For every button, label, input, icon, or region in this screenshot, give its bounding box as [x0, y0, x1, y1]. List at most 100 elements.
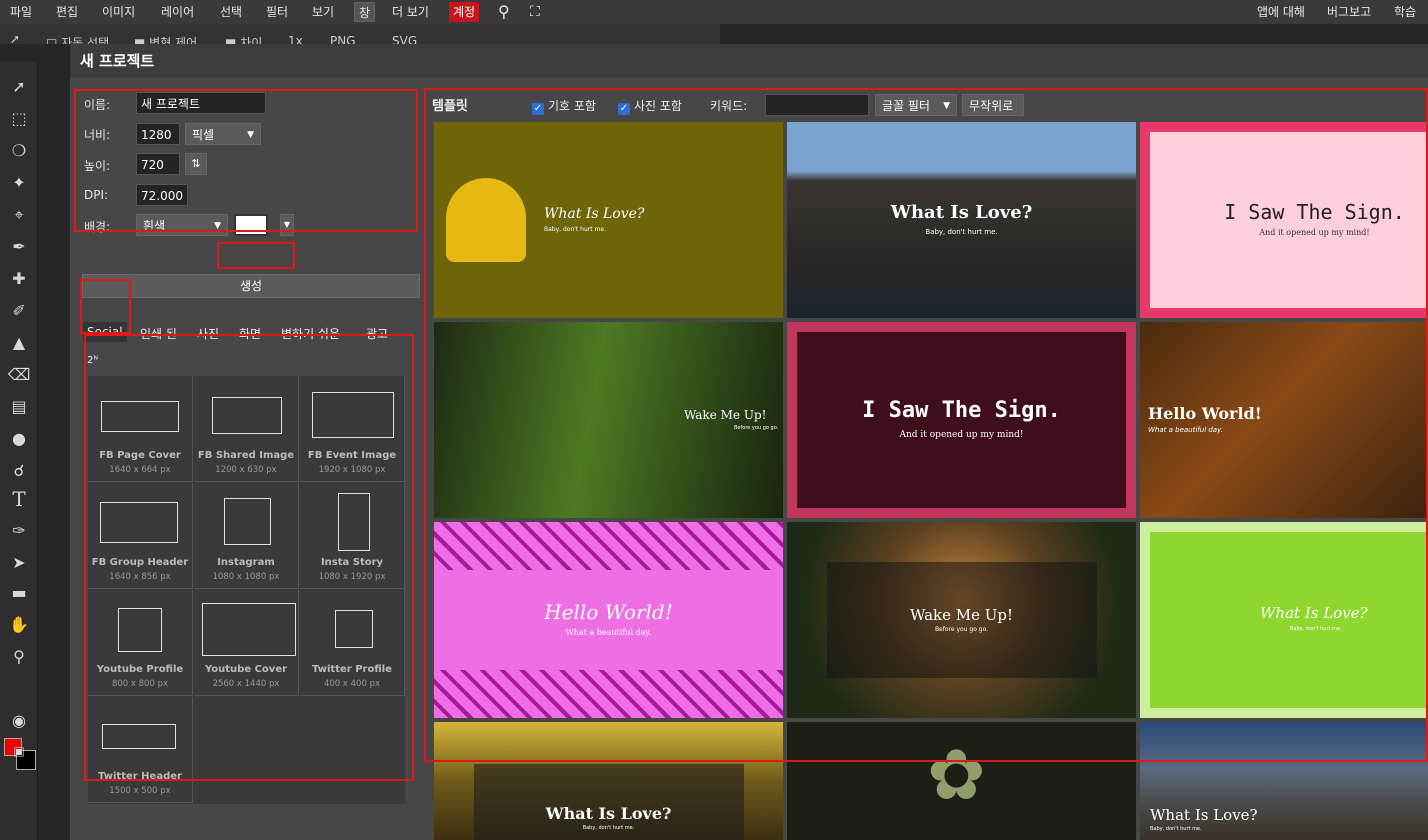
- export-png-button[interactable]: PNG: [330, 34, 356, 44]
- random-button[interactable]: 무작위로: [962, 94, 1024, 116]
- preset-fb-event-image[interactable]: FB Event Image 1920 x 1080 px: [300, 376, 405, 482]
- include-symbols-checkbox[interactable]: ✓ 기호 포함: [532, 97, 596, 115]
- preset-fb-page-cover[interactable]: FB Page Cover 1640 x 664 px: [88, 376, 193, 482]
- path-select-icon[interactable]: ➤: [6, 550, 32, 576]
- preset-size: 2560 x 1440 px: [212, 679, 280, 689]
- preset-instagram[interactable]: Instagram 1080 x 1080 px: [194, 483, 299, 589]
- width-input[interactable]: 1280: [136, 123, 180, 145]
- brush-icon[interactable]: ✐: [6, 298, 32, 324]
- preset-youtube-cover[interactable]: Youtube Cover 2560 x 1440 px: [194, 590, 299, 696]
- menu-account[interactable]: 계정: [449, 2, 480, 22]
- preset-shape: [338, 493, 370, 551]
- template-2[interactable]: I Saw The Sign. And it opened up my mind…: [1140, 122, 1428, 318]
- template-subtitle: What a beautiful day.: [1148, 426, 1223, 434]
- include-photos-checkbox[interactable]: ✓ 사진 포함: [618, 97, 682, 115]
- gradient-icon[interactable]: ▤: [6, 394, 32, 420]
- unit-select[interactable]: 픽셀 ▼: [185, 123, 261, 145]
- tab-ads[interactable]: 광고: [362, 322, 392, 345]
- dpi-input[interactable]: 72.000: [136, 184, 188, 206]
- preset-name: FB Group Header: [91, 557, 189, 568]
- template-6[interactable]: Hello World! What a beautiful day.: [434, 522, 783, 718]
- transform-checkbox[interactable]: ■ 변형 제어: [134, 34, 197, 44]
- template-0[interactable]: What Is Love? Baby, don't hurt me.: [434, 122, 783, 318]
- healing-icon[interactable]: ✚: [6, 266, 32, 292]
- template-11[interactable]: What Is Love? Baby, don't hurt me.: [1140, 722, 1428, 840]
- blur-icon[interactable]: ●: [6, 426, 32, 452]
- menu-learn[interactable]: 학습: [1390, 2, 1420, 22]
- template-5[interactable]: Hello World! What a beautiful day.: [1140, 322, 1428, 518]
- options-bar: ➚ □ 자동 선택 ■ 변형 제어 ■ 차이 1x PNG SVG: [0, 24, 720, 44]
- swap-dimensions-icon[interactable]: ⇅: [185, 153, 207, 175]
- template-10[interactable]: ✿: [787, 722, 1136, 840]
- template-1[interactable]: What Is Love? Baby, don't hurt me.: [787, 122, 1136, 318]
- template-9[interactable]: What Is Love? Baby, don't hurt me.: [434, 722, 783, 840]
- tab-power-of-two[interactable]: 2ᴺ: [83, 352, 102, 369]
- quick-mask-icon[interactable]: ◉: [6, 708, 32, 734]
- preset-size: 1200 x 630 px: [215, 465, 277, 475]
- preset-fb-shared-image[interactable]: FB Shared Image 1200 x 630 px: [194, 376, 299, 482]
- template-3[interactable]: Wake Me Up! Before you go go.: [434, 322, 783, 518]
- menu-view[interactable]: 보기: [308, 2, 338, 22]
- tab-social[interactable]: Social: [83, 322, 127, 342]
- font-filter-select[interactable]: 글꼴 필터 ▼: [875, 94, 957, 116]
- menu-about[interactable]: 앱에 대해: [1253, 2, 1309, 22]
- magic-wand-icon[interactable]: ✦: [6, 170, 32, 196]
- template-title: Hello World!: [1148, 404, 1262, 423]
- export-svg-button[interactable]: SVG: [392, 34, 417, 44]
- move-icon[interactable]: ➚: [6, 74, 32, 100]
- template-4[interactable]: I Saw The Sign. And it opened up my mind…: [787, 322, 1136, 518]
- background-color-swatch[interactable]: [234, 214, 268, 236]
- preset-twitter-header[interactable]: Twitter Header 1500 x 500 px: [88, 697, 193, 803]
- eyedropper-icon[interactable]: ✒: [6, 234, 32, 260]
- text-tool-icon[interactable]: T: [6, 486, 32, 512]
- preset-shape: [202, 603, 296, 656]
- shape-icon[interactable]: ▬: [6, 580, 32, 606]
- tab-print[interactable]: 인쇄 된: [136, 322, 181, 345]
- zoom-icon[interactable]: ⚲: [6, 644, 32, 670]
- zoom-select[interactable]: 1x: [288, 34, 303, 44]
- fullscreen-icon[interactable]: ⛶: [526, 2, 544, 22]
- template-7[interactable]: Wake Me Up! Before you go go.: [787, 522, 1136, 718]
- preset-twitter-profile[interactable]: Twitter Profile 400 x 400 px: [300, 590, 405, 696]
- eraser-icon[interactable]: ⌫: [6, 362, 32, 388]
- tab-screen[interactable]: 화면: [235, 322, 265, 345]
- menu-report-bug[interactable]: 버그보고: [1323, 2, 1375, 22]
- crop-icon[interactable]: ⌖: [6, 202, 32, 228]
- preset-shape: [335, 610, 373, 648]
- menu-bar: 파일 편집 이미지 레이어 선택 필터 보기 창 더 보기 계정 ⚲ ⛶ 앱에 …: [0, 0, 1428, 24]
- stamp-icon[interactable]: ▲: [6, 330, 32, 356]
- menu-image[interactable]: 이미지: [98, 2, 139, 22]
- new-project-dialog: 새 프로젝트 이름: 새 프로젝트 너비: 1280 픽셀 ▼ 높이: 720 ⇅…: [70, 44, 1428, 840]
- chevron-down-icon[interactable]: ▼: [280, 214, 294, 236]
- template-title: What Is Love?: [890, 202, 1033, 223]
- marquee-icon[interactable]: ⬚: [6, 106, 32, 132]
- menu-layer[interactable]: 레이어: [157, 2, 198, 22]
- keyword-input[interactable]: [765, 94, 869, 116]
- background-select[interactable]: 흰색 ▼: [136, 214, 228, 236]
- menu-select[interactable]: 선택: [216, 2, 246, 22]
- distance-checkbox[interactable]: ■ 차이: [225, 34, 262, 44]
- hand-icon[interactable]: ✋: [6, 612, 32, 638]
- create-button[interactable]: 생성: [82, 274, 420, 298]
- preset-youtube-profile[interactable]: Youtube Profile 800 x 800 px: [88, 590, 193, 696]
- menu-filter[interactable]: 필터: [262, 2, 292, 22]
- dodge-icon[interactable]: ☌: [6, 458, 32, 484]
- move-tool-icon[interactable]: ➚: [10, 32, 20, 44]
- search-icon[interactable]: ⚲: [494, 2, 514, 22]
- screen-mode-icon[interactable]: ▣: [6, 738, 32, 764]
- template-subtitle: And it opened up my mind!: [899, 430, 1024, 440]
- name-input[interactable]: 새 프로젝트: [136, 92, 266, 114]
- height-input[interactable]: 720: [136, 153, 180, 175]
- lasso-icon[interactable]: ❍: [6, 138, 32, 164]
- preset-fb-group-header[interactable]: FB Group Header 1640 x 856 px: [88, 483, 193, 589]
- menu-window[interactable]: 창: [354, 2, 376, 22]
- preset-insta-story[interactable]: Insta Story 1080 x 1920 px: [300, 483, 405, 589]
- auto-select-checkbox[interactable]: □ 자동 선택: [46, 34, 109, 44]
- menu-file[interactable]: 파일: [6, 2, 36, 22]
- menu-edit[interactable]: 편집: [52, 2, 82, 22]
- tab-flexible[interactable]: 변하기 쉬운: [277, 322, 344, 345]
- menu-more[interactable]: 더 보기: [388, 2, 433, 22]
- tab-photo[interactable]: 사진: [193, 322, 223, 345]
- template-8[interactable]: What Is Love? Baby, don't hurt me.: [1140, 522, 1428, 718]
- pen-icon[interactable]: ✑: [6, 518, 32, 544]
